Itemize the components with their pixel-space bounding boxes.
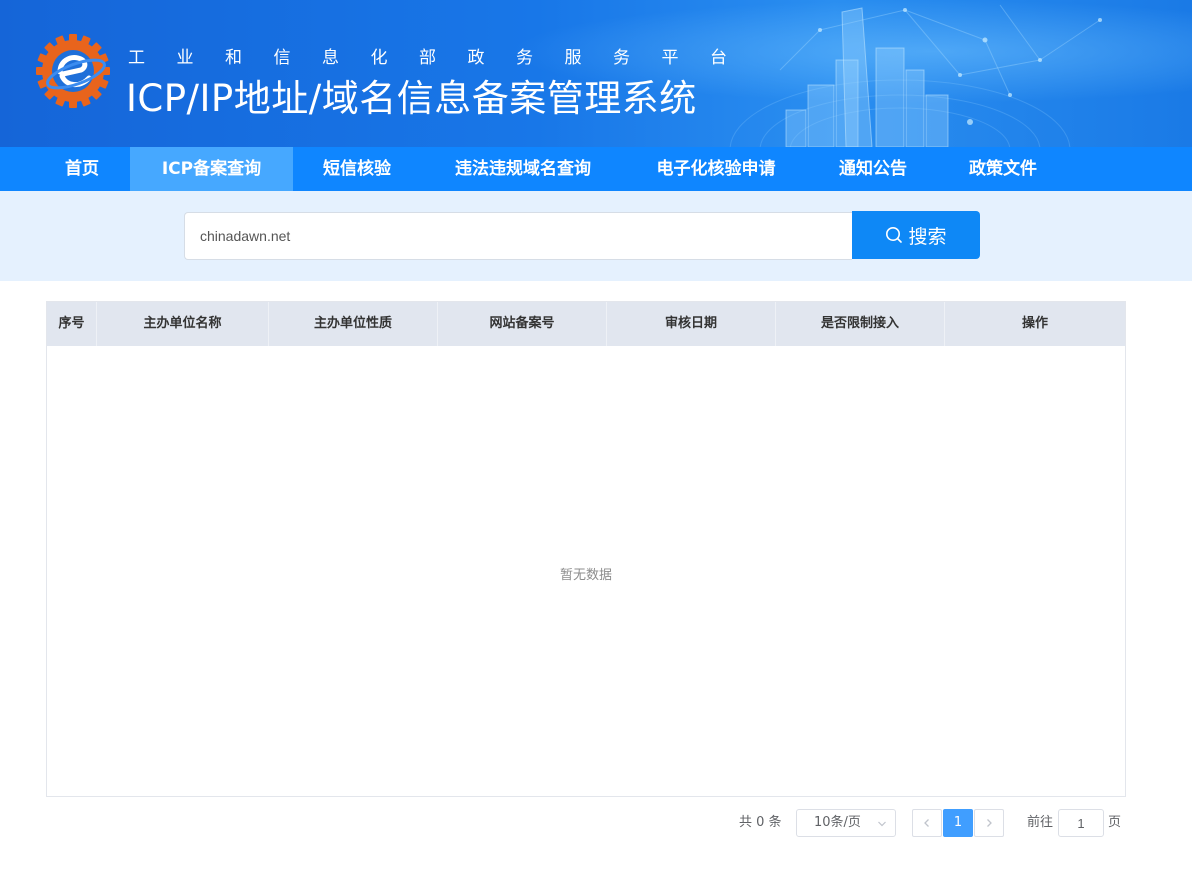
goto-suffix: 页 — [1108, 815, 1122, 830]
page-number-current[interactable]: 1 — [943, 809, 973, 837]
search-input[interactable] — [184, 212, 852, 260]
chevron-right-icon — [987, 819, 992, 827]
platform-subtitle: 工业和信息化部政务服务平台 — [128, 48, 759, 68]
next-page-button[interactable] — [974, 809, 1004, 837]
chevron-left-icon — [924, 819, 929, 827]
column-header-index: 序号 — [47, 302, 97, 346]
goto-prefix: 前往 — [1027, 815, 1054, 830]
column-header-organizer-name: 主办单位名称 — [97, 302, 269, 346]
column-header-actions: 操作 — [1021, 316, 1048, 331]
goto-page-input[interactable] — [1058, 809, 1104, 837]
header-banner: 工业和信息化部政务服务平台 ICP/IP地址/域名信息备案管理系统 — [0, 0, 1192, 147]
nav-item-e-verify-apply[interactable]: 电子化核验申请 — [625, 147, 807, 191]
table-header: 序号 主办单位名称 主办单位性质 网站备案号 审核日期 是否限制接入 操作 — [47, 302, 1125, 346]
chevron-down-icon — [878, 821, 886, 827]
nav-item-home[interactable]: 首页 — [33, 147, 131, 191]
search-button[interactable]: 搜索 — [852, 211, 980, 259]
column-header-access-restricted: 是否限制接入 — [776, 302, 945, 346]
page-size-value: 10条/页 — [814, 815, 861, 830]
search-icon — [886, 227, 903, 243]
nav-item-icp-query[interactable]: ICP备案查询 — [130, 147, 293, 191]
column-header-review-date: 审核日期 — [607, 302, 776, 346]
nav-item-policy-docs[interactable]: 政策文件 — [939, 147, 1067, 191]
search-area: 搜索 — [0, 191, 1192, 281]
empty-state-text: 暂无数据 — [559, 568, 612, 583]
nav-item-notices[interactable]: 通知公告 — [807, 147, 939, 191]
main-nav: 首页 ICP备案查询 短信核验 违法违规域名查询 电子化核验申请 通知公告 政策… — [0, 147, 1192, 191]
prev-page-button[interactable] — [912, 809, 942, 837]
page-size-select[interactable]: 10条/页 — [796, 809, 896, 837]
page-title: ICP/IP地址/域名信息备案管理系统 — [126, 77, 697, 120]
nav-item-sms-verify[interactable]: 短信核验 — [293, 147, 421, 191]
nav-item-illegal-domain-query[interactable]: 违法违规域名查询 — [421, 147, 625, 191]
column-header-license-number: 网站备案号 — [438, 302, 607, 346]
results-table: 序号 主办单位名称 主办单位性质 网站备案号 审核日期 是否限制接入 操作 暂无… — [46, 301, 1126, 797]
total-count: 共 0 条 — [739, 815, 782, 830]
column-header-organizer-type: 主办单位性质 — [269, 302, 438, 346]
search-button-label: 搜索 — [908, 225, 947, 248]
miit-logo-icon — [36, 34, 110, 108]
pagination: 共 0 条 10条/页 1 前往 页 — [0, 809, 1192, 837]
